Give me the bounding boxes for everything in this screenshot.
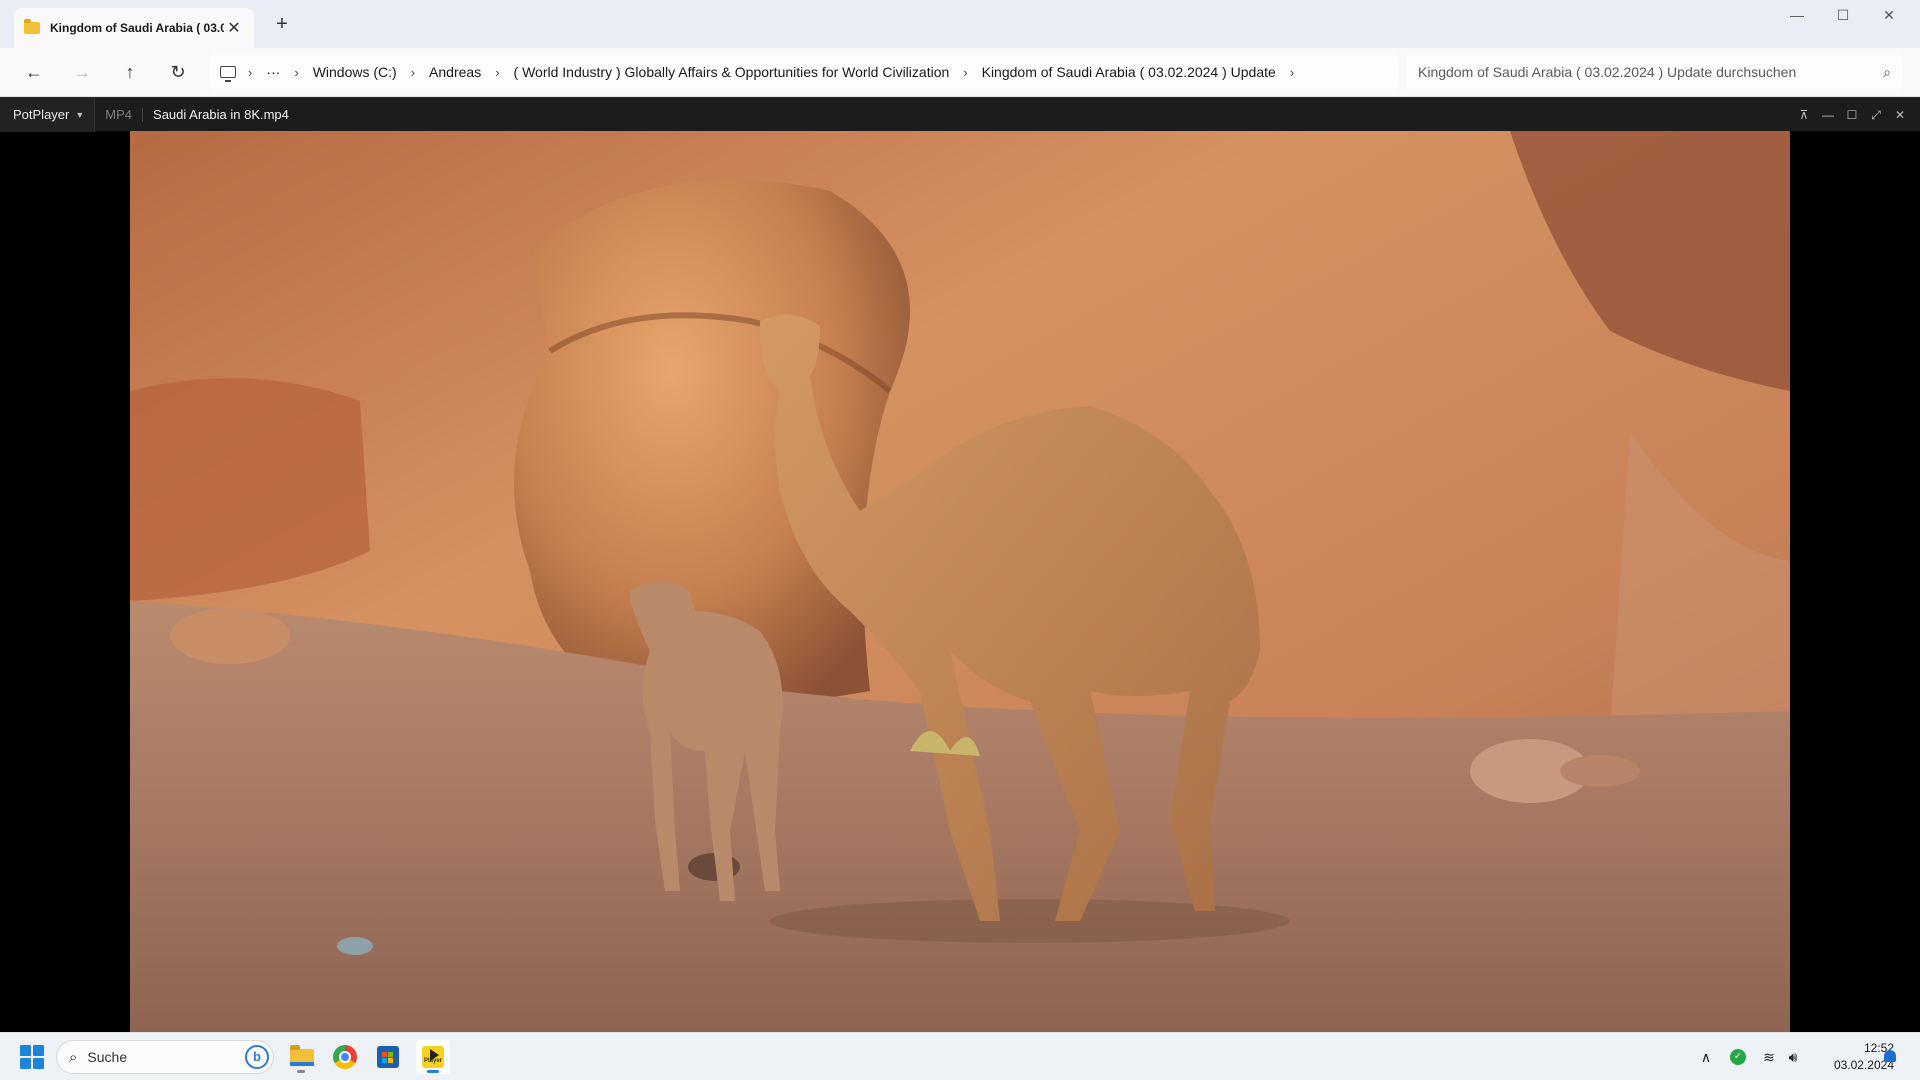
taskbar-file-explorer[interactable] xyxy=(284,1040,318,1074)
security-shield-icon[interactable]: ✓ xyxy=(1730,1049,1746,1065)
breadcrumb-user[interactable]: Andreas xyxy=(429,64,481,80)
breadcrumb-current-folder[interactable]: Kingdom of Saudi Arabia ( 03.02.2024 ) U… xyxy=(982,64,1276,80)
arrow-up-icon: ↑ xyxy=(125,62,135,82)
wifi-icon[interactable]: ≋ xyxy=(1758,1033,1780,1080)
tab-strip: Kingdom of Saudi Arabia ( 03.0 ✕ + — ☐ ✕ xyxy=(0,0,1920,48)
minimize-button[interactable]: — xyxy=(1774,0,1820,32)
player-title-bar: PotPlayer ▼ MP4 Saudi Arabia in 8K.mp4 ⊼… xyxy=(0,97,1920,132)
video-filename: Saudi Arabia in 8K.mp4 xyxy=(153,107,289,122)
taskbar-store[interactable] xyxy=(371,1040,405,1074)
close-window-button[interactable]: ✕ xyxy=(1866,0,1912,32)
camel-desert-scene xyxy=(130,131,1790,1032)
folder-icon xyxy=(24,19,40,34)
taskbar-search-label: Suche xyxy=(87,1049,128,1065)
chevron-right-icon[interactable]: › xyxy=(411,65,415,80)
search-icon: ⌕ xyxy=(69,1048,78,1066)
active-indicator xyxy=(427,1070,439,1073)
player-maximize-button[interactable]: ☐ xyxy=(1840,98,1864,132)
chevron-right-icon[interactable]: › xyxy=(1290,65,1294,80)
tray-overflow-chevron-icon[interactable]: ∧ xyxy=(1694,1033,1718,1080)
store-icon xyxy=(377,1046,399,1068)
clock-time: 12:52 xyxy=(1863,1041,1894,1055)
new-tab-button[interactable]: + xyxy=(268,12,296,38)
search-input[interactable]: Kingdom of Saudi Arabia ( 03.02.2024 ) U… xyxy=(1406,54,1902,90)
taskbar-search-box[interactable]: ⌕ Suche b xyxy=(56,1040,274,1074)
running-indicator xyxy=(297,1070,305,1073)
clock-date: 03.02.2024 xyxy=(1833,1058,1894,1072)
chrome-icon xyxy=(333,1045,357,1069)
player-close-button[interactable]: ✕ xyxy=(1888,98,1912,132)
search-placeholder: Kingdom of Saudi Arabia ( 03.02.2024 ) U… xyxy=(1418,64,1797,80)
file-explorer-icon xyxy=(290,1045,314,1066)
chevron-right-icon[interactable]: › xyxy=(495,65,499,80)
refresh-icon: ↻ xyxy=(170,62,186,82)
potplayer-menu-button[interactable]: PotPlayer ▼ xyxy=(0,97,96,132)
taskbar-potplayer[interactable]: Player xyxy=(416,1040,450,1074)
chevron-right-icon[interactable]: › xyxy=(294,65,298,80)
start-button[interactable] xyxy=(20,1045,44,1069)
notification-bell-icon[interactable] xyxy=(1884,1050,1896,1062)
player-fullscreen-button[interactable]: ⤢ xyxy=(1864,98,1888,132)
close-tab-icon[interactable]: ✕ xyxy=(224,18,244,38)
potplayer-menu-label: PotPlayer xyxy=(13,106,70,122)
pin-icon[interactable]: ⊼ xyxy=(1792,98,1816,132)
back-button[interactable]: ← xyxy=(18,57,50,87)
tab-title: Kingdom of Saudi Arabia ( 03.0 xyxy=(50,21,224,35)
arrow-left-icon: ← xyxy=(25,62,43,82)
arrow-right-icon: → xyxy=(73,62,91,82)
taskbar-chrome[interactable] xyxy=(328,1040,362,1074)
potplayer-icon: Player xyxy=(422,1046,444,1068)
computer-icon xyxy=(220,66,236,82)
player-minimize-button[interactable]: — xyxy=(1816,98,1840,132)
search-icon: ⌕ xyxy=(1883,63,1891,80)
volume-icon[interactable]: 🔊︎ xyxy=(1782,1033,1804,1080)
forward-button[interactable]: → xyxy=(66,57,98,87)
video-frame[interactable] xyxy=(130,131,1790,1032)
up-button[interactable]: ↑ xyxy=(114,57,146,87)
file-explorer-window: Kingdom of Saudi Arabia ( 03.0 ✕ + — ☐ ✕… xyxy=(0,0,1920,97)
breadcrumb-parent-folder[interactable]: ( World Industry ) Globally Affairs & Op… xyxy=(514,64,950,80)
clock[interactable]: 12:52 03.02.2024 xyxy=(1810,1040,1894,1074)
breadcrumb-more[interactable]: ··· xyxy=(266,64,280,80)
potplayer-window: PotPlayer ▼ MP4 Saudi Arabia in 8K.mp4 ⊼… xyxy=(0,97,1920,1032)
navigation-bar: ← → ↑ ↻ › ··· › Windows (C:) › Andreas ›… xyxy=(0,48,1920,97)
chevron-down-icon: ▼ xyxy=(75,109,85,120)
address-bar[interactable]: › ··· › Windows (C:) › Andreas › ( World… xyxy=(210,54,1398,90)
chevron-right-icon[interactable]: › xyxy=(248,65,252,80)
breadcrumb-drive[interactable]: Windows (C:) xyxy=(313,64,397,80)
chevron-right-icon[interactable]: › xyxy=(963,65,967,80)
file-format-label: MP4 xyxy=(105,107,144,122)
taskbar: ⌕ Suche b Player ∧ ✓ ≋ 🔊︎ 12:52 03.02.20… xyxy=(0,1032,1920,1080)
bing-icon[interactable]: b xyxy=(245,1045,269,1069)
refresh-button[interactable]: ↻ xyxy=(162,57,194,87)
maximize-button[interactable]: ☐ xyxy=(1820,0,1866,32)
explorer-tab[interactable]: Kingdom of Saudi Arabia ( 03.0 ✕ xyxy=(14,8,254,48)
